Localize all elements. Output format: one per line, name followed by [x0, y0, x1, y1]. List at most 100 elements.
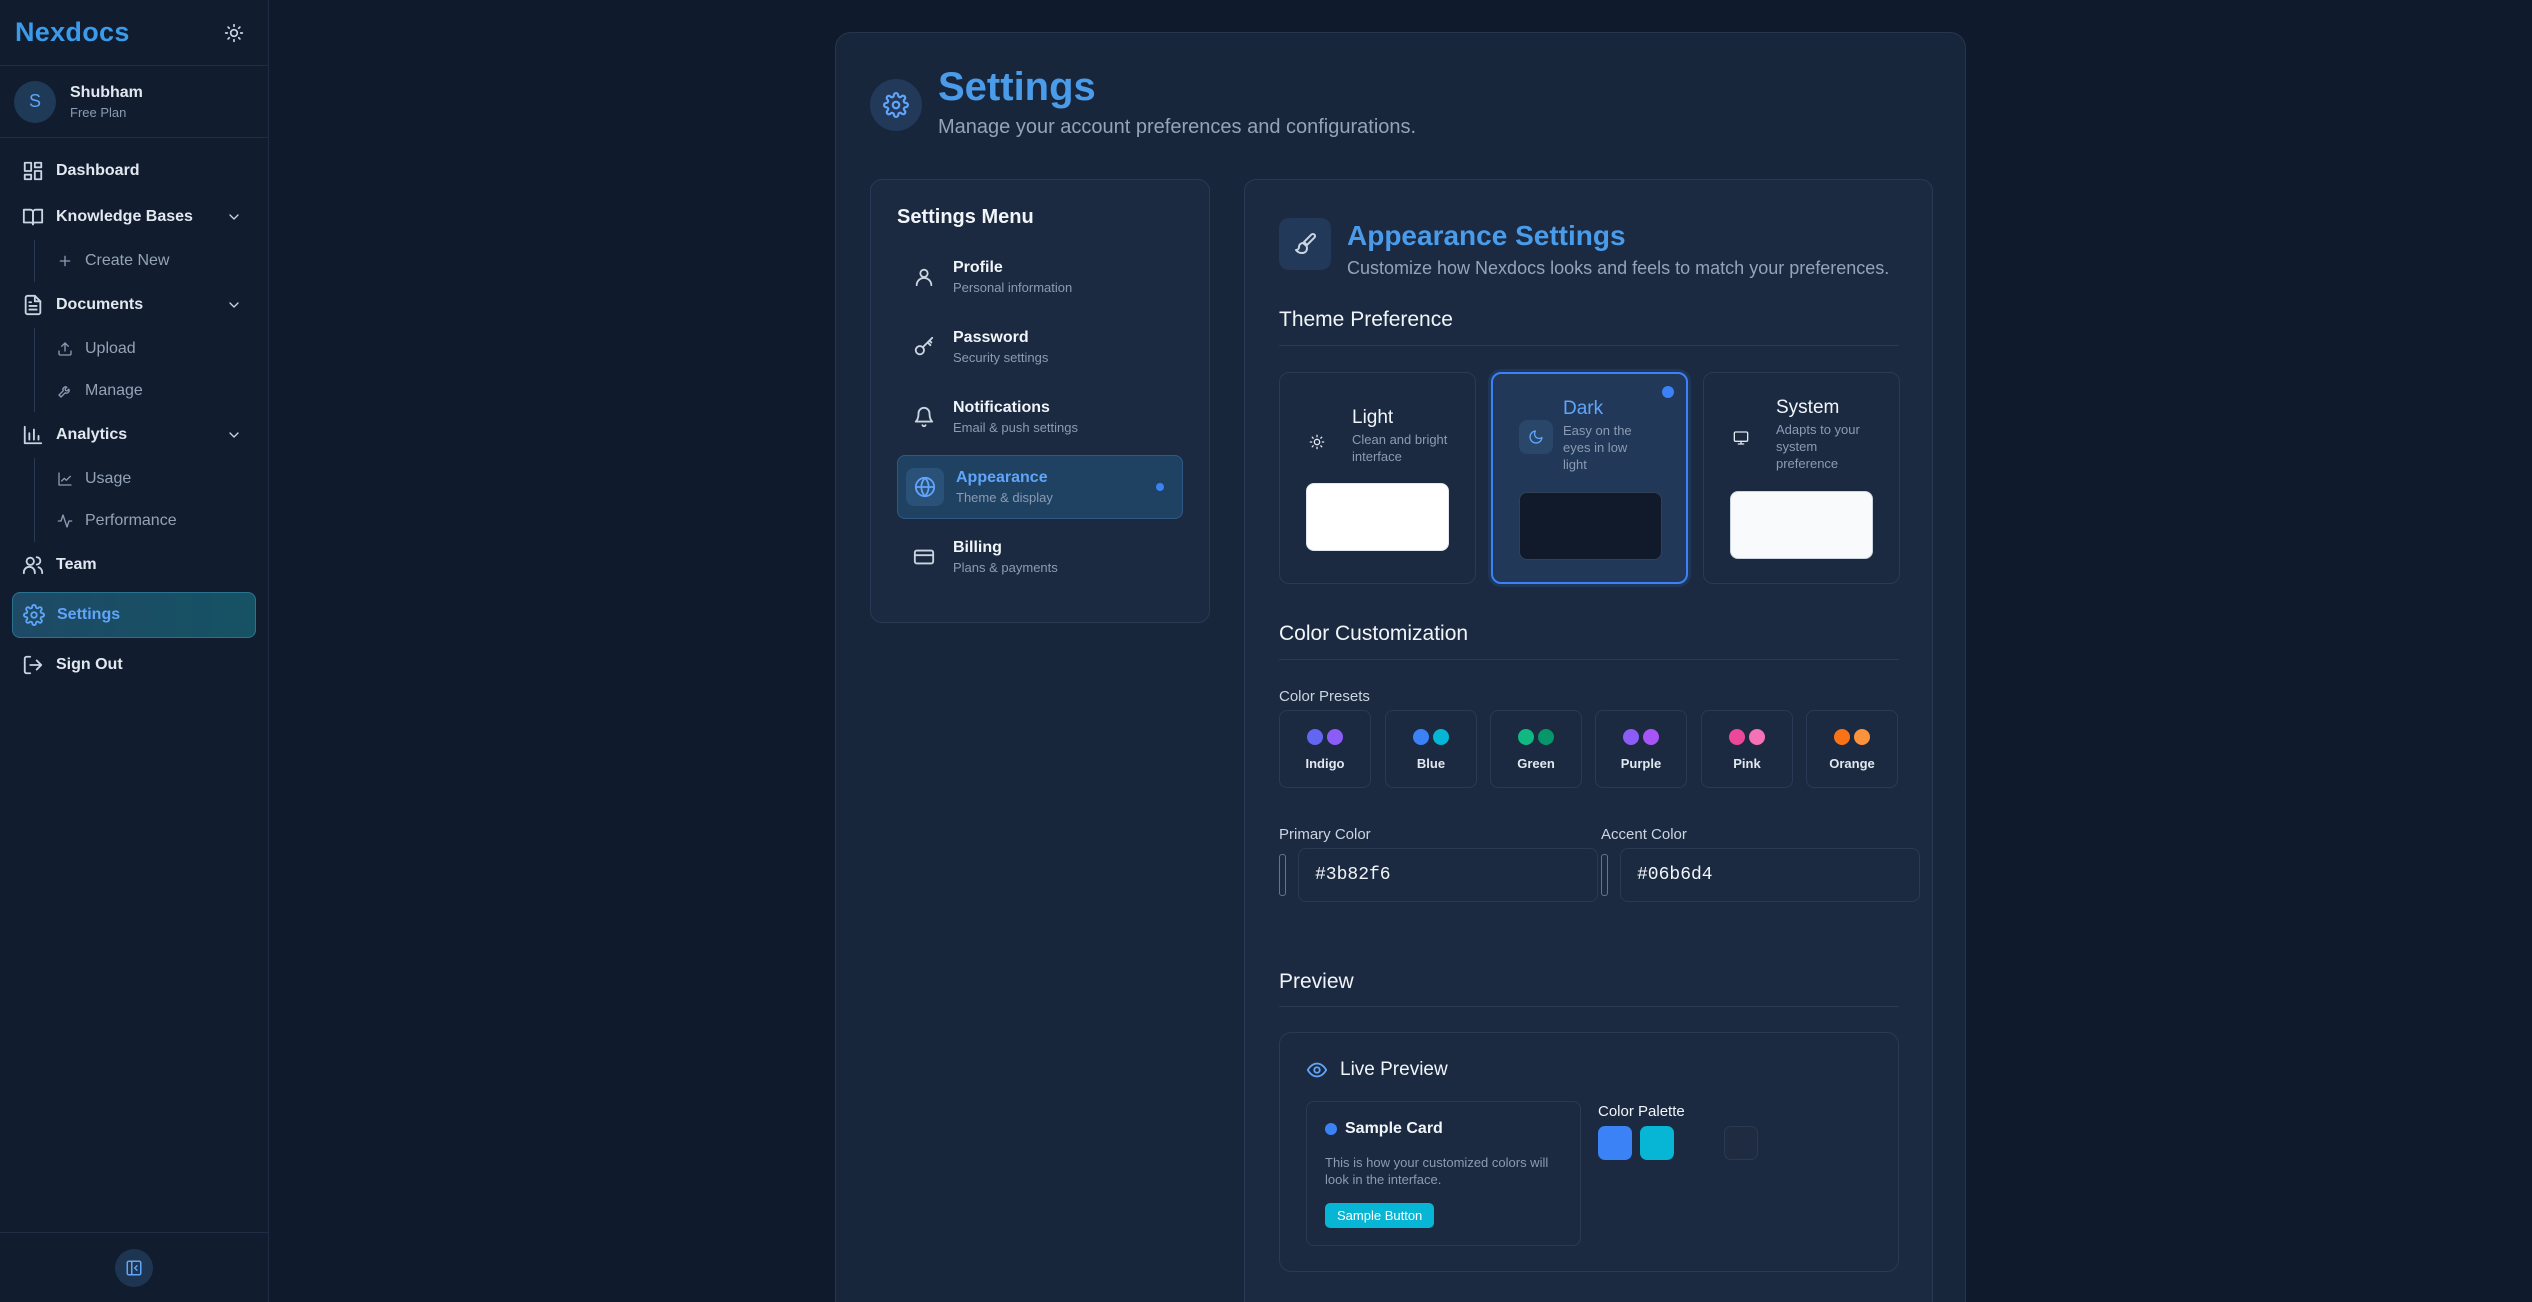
- sample-card-text: This is how your customized colors will …: [1325, 1155, 1549, 1187]
- color-dot: [1643, 729, 1659, 745]
- primary-color-label: Primary Color: [1279, 826, 1371, 843]
- settings-menu-title: Settings Menu: [897, 206, 1034, 228]
- sidebar-item-label: Settings: [57, 606, 121, 623]
- preset-orange[interactable]: Orange: [1806, 710, 1898, 788]
- sidebar-item-analytics[interactable]: Analytics: [0, 412, 268, 458]
- theme-option-light[interactable]: Light Clean and bright interface: [1279, 372, 1476, 584]
- sample-card-dot: [1325, 1123, 1337, 1135]
- sidebar-item-label: Knowledge Bases: [56, 208, 193, 225]
- sidebar-item-settings[interactable]: Settings: [12, 592, 256, 638]
- menu-item-notifications[interactable]: Notifications Email & push settings: [897, 385, 1183, 449]
- sidebar-subitem-label: Usage: [85, 470, 132, 487]
- sidebar-subitem-upload[interactable]: Upload: [35, 328, 268, 370]
- appearance-subtitle: Customize how Nexdocs looks and feels to…: [1347, 258, 1890, 278]
- color-dot: [1834, 729, 1850, 745]
- accent-color-field: #06b6d4: [1601, 848, 1920, 902]
- menu-item-password[interactable]: Password Security settings: [897, 315, 1183, 379]
- color-presets-label: Color Presets: [1279, 688, 1370, 705]
- sidebar-item-label: Dashboard: [56, 162, 140, 179]
- preset-name: Green: [1517, 756, 1555, 771]
- brand-logo[interactable]: Nexdocs: [15, 17, 130, 48]
- sample-card-header: Sample Card: [1325, 1120, 1443, 1138]
- appearance-title: Appearance Settings: [1347, 220, 1626, 251]
- settings-gear-icon: [870, 79, 922, 131]
- color-dot: [1538, 729, 1554, 745]
- chevron-down-icon[interactable]: [226, 427, 242, 443]
- accent-color-picker[interactable]: [1601, 854, 1608, 896]
- palette-swatch: [1640, 1126, 1674, 1160]
- theme-name: Dark: [1563, 398, 1604, 419]
- key-icon: [914, 336, 934, 356]
- log-out-icon: [23, 655, 43, 675]
- palette-swatch: [1598, 1126, 1632, 1160]
- page-subtitle: Manage your account preferences and conf…: [938, 116, 1417, 138]
- accent-color-label: Accent Color: [1601, 826, 1687, 843]
- sidebar-subitem-performance[interactable]: Performance: [35, 500, 268, 542]
- menu-item-label: Notifications: [953, 399, 1050, 416]
- color-dot: [1413, 729, 1429, 745]
- line-chart-icon: [58, 472, 72, 486]
- theme-preference-heading: Theme Preference: [1279, 308, 1453, 331]
- user-icon: [915, 268, 933, 287]
- chevron-down-icon[interactable]: [226, 297, 242, 313]
- menu-item-desc: Plans & payments: [953, 560, 1058, 575]
- sidebar-subitem-usage[interactable]: Usage: [35, 458, 268, 500]
- panel-left-close-icon: [126, 1260, 142, 1275]
- sidebar-item-team[interactable]: Team: [0, 542, 268, 588]
- preset-indigo[interactable]: Indigo: [1279, 710, 1371, 788]
- active-indicator-dot: [1156, 483, 1164, 491]
- primary-color-picker[interactable]: [1279, 854, 1286, 896]
- chevron-down-icon[interactable]: [226, 209, 242, 225]
- theme-toggle-sun-icon[interactable]: [222, 21, 246, 45]
- color-dot: [1327, 729, 1343, 745]
- users-icon: [22, 556, 44, 575]
- menu-item-billing[interactable]: Billing Plans & payments: [897, 525, 1183, 589]
- theme-preview-swatch: [1306, 483, 1449, 551]
- preset-purple[interactable]: Purple: [1595, 710, 1687, 788]
- sidebar-subitem-manage[interactable]: Manage: [35, 370, 268, 412]
- globe-icon: [914, 476, 936, 498]
- theme-desc: Clean and bright interface: [1352, 432, 1448, 464]
- sidebar-collapse-button[interactable]: [115, 1248, 153, 1287]
- color-dot: [1623, 729, 1639, 745]
- menu-item-profile[interactable]: Profile Personal information: [897, 245, 1183, 309]
- sidebar-item-dashboard[interactable]: Dashboard: [0, 148, 268, 194]
- sidebar-item-knowledge-bases[interactable]: Knowledge Bases: [0, 194, 268, 240]
- theme-name: Light: [1352, 407, 1394, 428]
- user-profile[interactable]: S Shubham Free Plan: [0, 66, 268, 138]
- preset-green[interactable]: Green: [1490, 710, 1582, 788]
- sidebar-subitem-label: Performance: [85, 512, 177, 529]
- book-open-icon: [22, 208, 44, 226]
- preset-blue[interactable]: Blue: [1385, 710, 1477, 788]
- paintbrush-icon: [1279, 218, 1331, 270]
- primary-color-input[interactable]: #3b82f6: [1298, 848, 1598, 902]
- eye-icon: [1306, 1062, 1328, 1078]
- knowledge-bases-submenu: Create New: [34, 240, 268, 282]
- color-dot: [1307, 729, 1323, 745]
- sidebar-item-sign-out[interactable]: Sign Out: [0, 642, 268, 688]
- menu-item-desc: Email & push settings: [953, 420, 1079, 435]
- sidebar: Nexdocs S Shubham Free Plan Dashboard Kn…: [0, 0, 269, 1302]
- theme-desc: Adapts to your system preference: [1776, 422, 1860, 471]
- theme-option-system[interactable]: System Adapts to your system preference: [1703, 372, 1900, 584]
- theme-option-dark[interactable]: Dark Easy on the eyes in low light: [1491, 372, 1688, 584]
- sidebar-subitem-create-new[interactable]: Create New: [35, 240, 268, 282]
- sidebar-item-documents[interactable]: Documents: [0, 282, 268, 328]
- color-customization-heading: Color Customization: [1279, 622, 1469, 645]
- documents-submenu: Upload Manage: [34, 328, 268, 412]
- accent-color-input[interactable]: #06b6d4: [1620, 848, 1920, 902]
- preset-pink[interactable]: Pink: [1701, 710, 1793, 788]
- palette-swatch: [1724, 1126, 1758, 1160]
- divider: [1279, 659, 1899, 660]
- bar-chart-icon: [23, 425, 43, 445]
- color-dot: [1854, 729, 1870, 745]
- color-dot: [1433, 729, 1449, 745]
- theme-name: System: [1776, 397, 1840, 418]
- live-preview-header: Live Preview: [1306, 1059, 1448, 1081]
- menu-item-appearance[interactable]: Appearance Theme & display: [897, 455, 1183, 519]
- theme-preview-swatch: [1519, 492, 1662, 560]
- preset-name: Purple: [1620, 756, 1662, 771]
- menu-item-desc: Security settings: [953, 350, 1049, 365]
- sample-button[interactable]: Sample Button: [1325, 1203, 1435, 1228]
- user-name: Shubham: [70, 83, 143, 101]
